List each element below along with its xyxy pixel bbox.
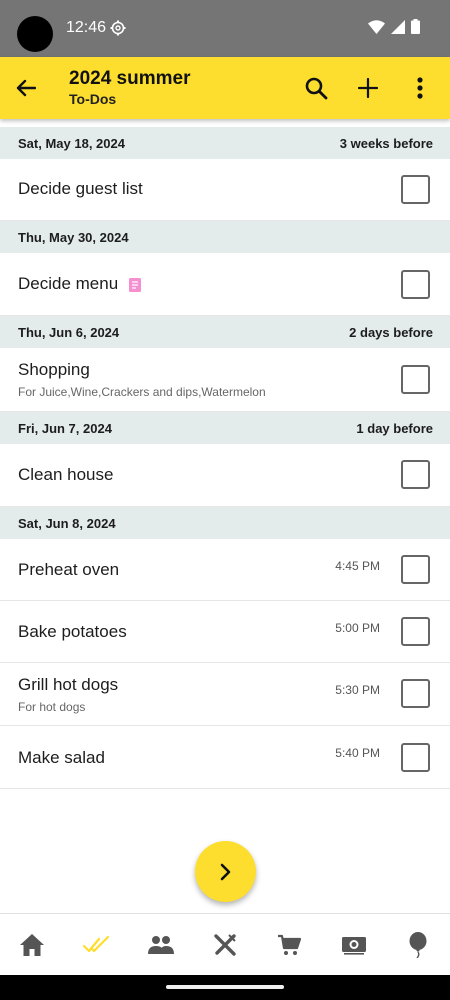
nav-budget[interactable] <box>321 914 385 975</box>
task-title: Clean house <box>18 465 114 484</box>
task-subtitle: For Juice,Wine,Crackers and dips,Waterme… <box>18 385 266 399</box>
gesture-handle[interactable] <box>166 985 284 989</box>
date-label: Thu, Jun 6, 2024 <box>18 324 120 340</box>
task-row[interactable]: Make salad 5:40 PM <box>0 726 450 789</box>
home-icon <box>20 933 45 956</box>
task-title: Decide menu <box>18 274 119 293</box>
task-title: Bake potatoes <box>18 622 127 641</box>
task-checkbox[interactable] <box>401 743 430 772</box>
system-gesture-area <box>0 975 450 1000</box>
battery-icon <box>411 19 420 34</box>
cell-signal-icon <box>391 19 405 34</box>
status-time: 12:46 <box>66 19 107 36</box>
task-title: Decide guest list <box>18 179 143 198</box>
note-icon <box>128 277 141 292</box>
camera-cutout <box>17 16 53 52</box>
task-row[interactable]: Bake potatoes 5:00 PM <box>0 601 450 663</box>
back-button[interactable] <box>12 74 40 102</box>
title-block: 2024 summer To-Dos <box>69 68 190 108</box>
status-bar: 12:46 <box>0 0 450 57</box>
balloon-icon <box>409 931 427 958</box>
date-label: Sat, May 18, 2024 <box>18 135 125 151</box>
nav-menu[interactable] <box>193 914 257 975</box>
todos-check-icon <box>83 935 110 952</box>
cart-icon <box>278 934 302 955</box>
chevron-right-icon <box>220 863 230 880</box>
plus-icon <box>358 78 378 98</box>
next-fab-button[interactable] <box>195 841 256 902</box>
date-label: Sat, Jun 8, 2024 <box>18 515 116 531</box>
nav-people[interactable] <box>129 914 193 975</box>
relative-label: 2 days before <box>349 324 433 340</box>
date-header: Thu, Jun 6, 2024 2 days before <box>0 316 450 348</box>
date-label: Fri, Jun 7, 2024 <box>18 420 112 436</box>
task-time: 5:30 PM <box>335 683 380 697</box>
task-checkbox[interactable] <box>401 460 430 489</box>
more-options-button[interactable] <box>406 74 434 102</box>
add-button[interactable] <box>354 74 382 102</box>
date-header: Sat, Jun 8, 2024 <box>0 507 450 539</box>
task-row[interactable]: Shopping For Juice,Wine,Crackers and dip… <box>0 348 450 412</box>
app-bar: 2024 summer To-Dos <box>0 57 450 119</box>
back-arrow-icon <box>16 79 36 97</box>
task-subtitle: For hot dogs <box>18 700 86 714</box>
todo-list: Sat, May 18, 2024 3 weeks before Decide … <box>0 127 450 789</box>
task-row[interactable]: Decide menu <box>0 253 450 316</box>
task-title: Grill hot dogs <box>18 675 119 694</box>
task-row[interactable]: Grill hot dogs For hot dogs 5:30 PM <box>0 663 450 726</box>
search-button[interactable] <box>302 74 330 102</box>
task-row[interactable]: Clean house <box>0 444 450 507</box>
utensils-icon <box>214 933 236 956</box>
task-checkbox[interactable] <box>401 617 430 646</box>
task-checkbox[interactable] <box>401 270 430 299</box>
date-header: Sat, May 18, 2024 3 weeks before <box>0 127 450 159</box>
task-checkbox[interactable] <box>401 175 430 204</box>
relative-label: 3 weeks before <box>339 135 433 151</box>
bottom-nav <box>0 913 450 975</box>
date-header: Fri, Jun 7, 2024 1 day before <box>0 412 450 444</box>
people-icon <box>147 935 174 954</box>
task-row[interactable]: Decide guest list <box>0 159 450 221</box>
nav-shopping[interactable] <box>257 914 321 975</box>
task-time: 5:40 PM <box>335 746 380 760</box>
relative-label: 1 day before <box>356 420 433 436</box>
nav-home[interactable] <box>0 914 64 975</box>
wifi-icon <box>368 19 385 34</box>
page-subtitle: To-Dos <box>69 91 117 107</box>
date-header: Thu, May 30, 2024 <box>0 221 450 253</box>
task-title: Make salad <box>18 748 105 767</box>
page-title: 2024 summer <box>69 68 191 89</box>
more-vert-icon <box>417 77 423 99</box>
task-title: Preheat oven <box>18 560 120 579</box>
task-row[interactable]: Preheat oven 4:45 PM <box>0 539 450 601</box>
money-icon <box>341 936 366 955</box>
task-time: 5:00 PM <box>335 621 380 635</box>
nav-party[interactable] <box>386 914 450 975</box>
task-time: 4:45 PM <box>335 559 380 573</box>
settings-gear-icon <box>110 20 126 36</box>
task-title: Shopping <box>18 360 90 379</box>
task-checkbox[interactable] <box>401 679 430 708</box>
task-checkbox[interactable] <box>401 555 430 584</box>
task-checkbox[interactable] <box>401 365 430 394</box>
search-icon <box>305 77 328 100</box>
nav-todos[interactable] <box>64 914 128 975</box>
date-label: Thu, May 30, 2024 <box>18 229 129 245</box>
